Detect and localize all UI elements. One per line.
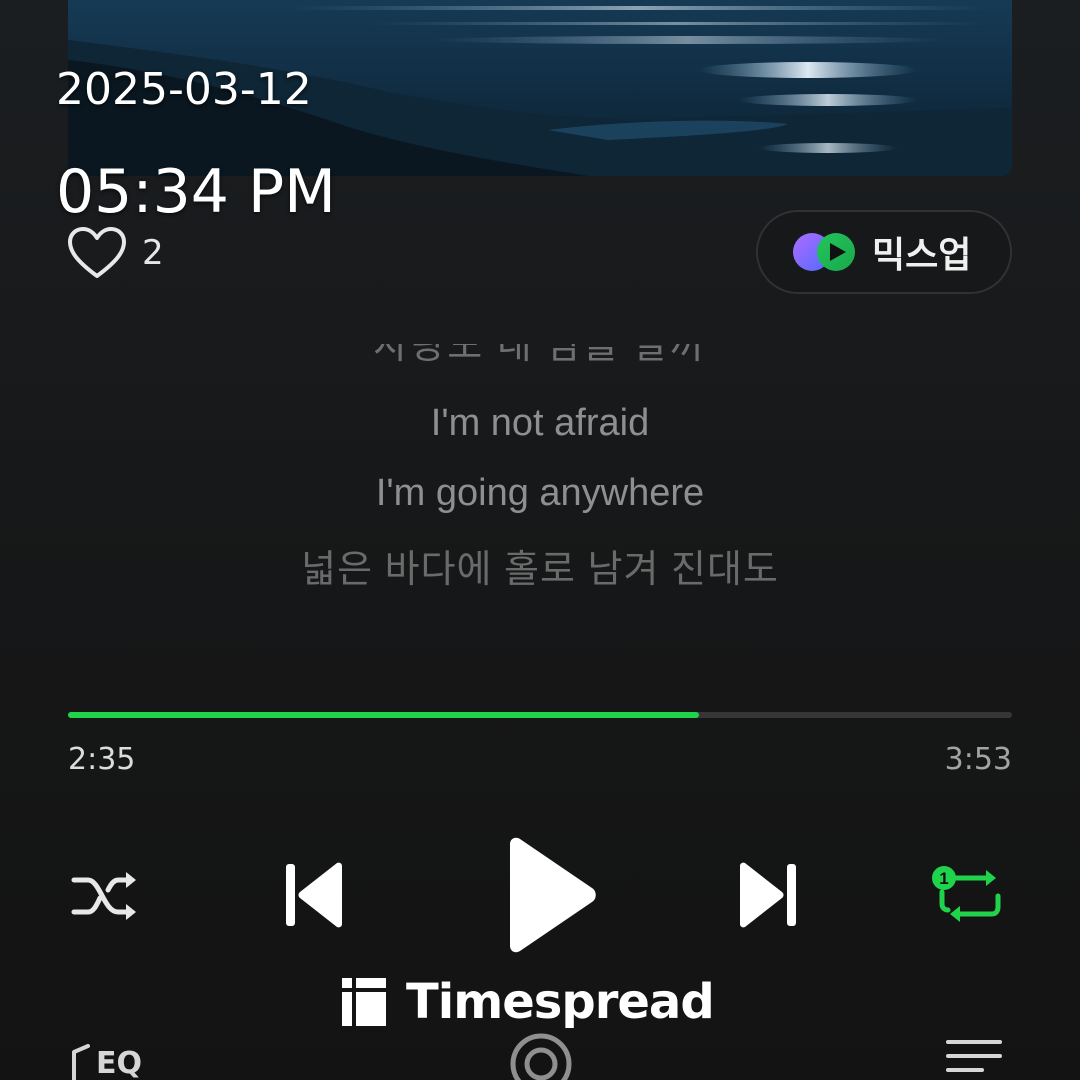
like-button[interactable]: 2 xyxy=(66,226,164,280)
lyric-line: 넓은 바다에 홀로 남겨 진대도 xyxy=(301,549,779,591)
elapsed-time: 2:35 xyxy=(68,742,136,777)
lens-search-icon[interactable] xyxy=(506,1030,576,1080)
progress-fill xyxy=(68,712,699,718)
repeat-mode-badge: 1 xyxy=(939,869,948,888)
like-count: 2 xyxy=(142,233,164,273)
watermark: Timespread xyxy=(340,972,715,1032)
mixup-button[interactable]: 믹스업 xyxy=(756,210,1012,294)
repeat-one-icon[interactable]: 1 xyxy=(928,860,1008,930)
overlay-time: 05:34 PM xyxy=(56,157,336,227)
progress-bar[interactable] xyxy=(68,712,1012,718)
shuffle-icon[interactable] xyxy=(70,866,140,926)
lyric-line-partial-text: 사랑도 내 맘을 알까 xyxy=(373,344,707,367)
play-icon[interactable] xyxy=(500,836,600,954)
skip-previous-icon[interactable] xyxy=(280,858,350,932)
mixup-label: 믹스업 xyxy=(872,235,972,276)
skip-next-icon[interactable] xyxy=(732,858,802,932)
watermark-text: Timespread xyxy=(406,974,715,1030)
timespread-logo-icon xyxy=(342,978,386,1026)
total-time: 3:53 xyxy=(944,742,1012,777)
heart-icon xyxy=(68,227,126,278)
mixup-logo-icon xyxy=(793,233,855,271)
overlay-date: 2025-03-12 xyxy=(56,64,312,115)
lyric-line-partial: 사랑도 내 맘을 알까 xyxy=(0,344,1080,372)
music-player-screen: 2025-03-12 05:34 PM 2 믹스업 사랑도 내 맘을 알까 I'… xyxy=(0,0,1080,1080)
eq-label: EQ xyxy=(96,1046,142,1080)
lyric-line: I'm not afraid xyxy=(430,402,650,444)
lyrics-panel[interactable]: 사랑도 내 맘을 알까 I'm not afraid I'm going any… xyxy=(0,340,1080,591)
lyric-line: I'm going anywhere xyxy=(375,472,705,514)
playlist-icon[interactable] xyxy=(942,1034,1006,1080)
